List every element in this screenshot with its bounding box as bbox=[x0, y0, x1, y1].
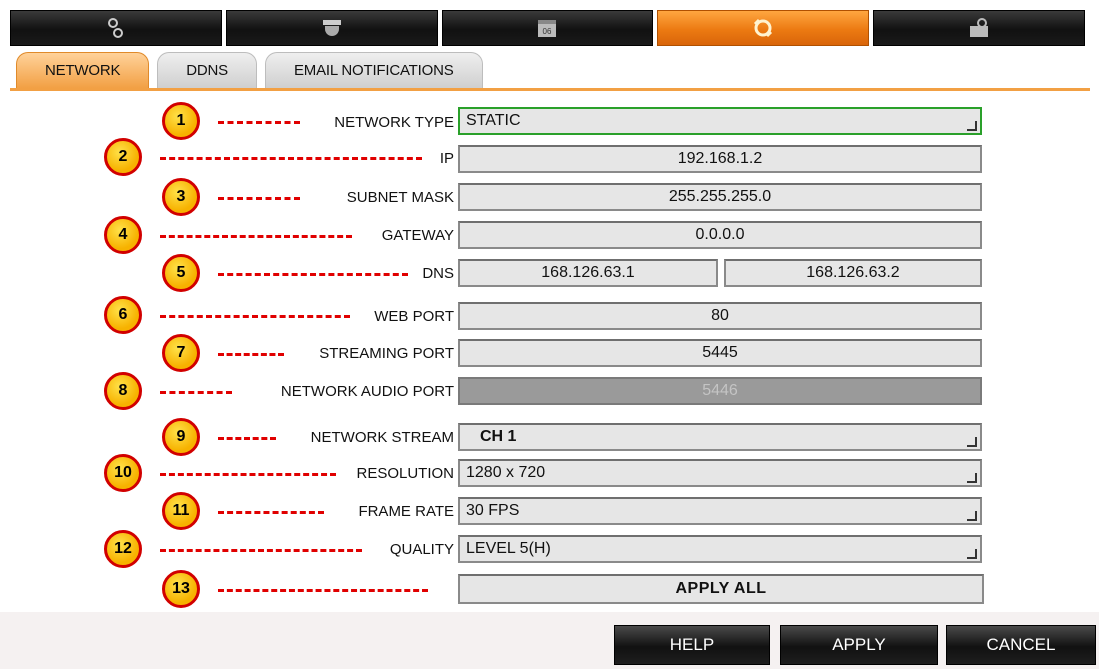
subnet-mask-label: SUBNET MASK bbox=[346, 189, 454, 206]
cancel-button[interactable]: CANCEL bbox=[946, 625, 1096, 665]
quality-label: QUALITY bbox=[389, 541, 454, 558]
callout-badge-3: 3 bbox=[162, 178, 200, 216]
callout-leader-11 bbox=[218, 511, 324, 514]
quality-select[interactable]: LEVEL 5(H) bbox=[458, 535, 982, 563]
network-type-label: NETWORK TYPE bbox=[334, 114, 454, 131]
network-stream-label: NETWORK STREAM bbox=[310, 429, 454, 446]
network-type-value: STATIC bbox=[466, 112, 521, 129]
callout-leader-2 bbox=[160, 157, 422, 160]
web-port-label: WEB PORT bbox=[374, 308, 454, 325]
tab-bar: NETWORK DDNS EMAIL NOTIFICATIONS bbox=[16, 52, 483, 88]
dns-primary-field[interactable]: 168.126.63.1 bbox=[458, 259, 718, 287]
callout-badge-7: 7 bbox=[162, 334, 200, 372]
top-menu-camera[interactable] bbox=[225, 10, 438, 46]
dns-label: DNS bbox=[422, 265, 454, 282]
help-button[interactable]: HELP bbox=[614, 625, 770, 665]
callout-badge-6: 6 bbox=[104, 296, 142, 334]
callout-leader-9 bbox=[218, 437, 276, 440]
network-audio-port-field: 5446 bbox=[458, 377, 982, 405]
callout-leader-1 bbox=[218, 121, 300, 124]
callout-leader-8 bbox=[160, 391, 232, 394]
resolution-select[interactable]: 1280 x 720 bbox=[458, 459, 982, 487]
dns-secondary-field[interactable]: 168.126.63.2 bbox=[724, 259, 982, 287]
calendar-icon: 06 bbox=[538, 20, 557, 37]
callout-badge-11: 11 bbox=[162, 492, 200, 530]
top-menu-system-tools[interactable] bbox=[873, 10, 1085, 46]
callout-leader-13 bbox=[218, 589, 428, 592]
callout-leader-12 bbox=[160, 549, 362, 552]
subnet-mask-field[interactable]: 255.255.255.0 bbox=[458, 183, 982, 211]
gateway-field[interactable]: 0.0.0.0 bbox=[458, 221, 982, 249]
gateway-label: GATEWAY bbox=[381, 227, 454, 244]
streaming-port-field[interactable]: 5445 bbox=[458, 339, 982, 367]
dropdown-arrow-icon bbox=[967, 437, 977, 447]
tab-network[interactable]: NETWORK bbox=[16, 52, 150, 88]
network-settings-icon bbox=[754, 18, 773, 38]
callout-badge-10: 10 bbox=[104, 454, 142, 492]
top-menu-network-settings[interactable] bbox=[657, 10, 870, 46]
resolution-value: 1280 x 720 bbox=[466, 464, 546, 481]
ip-field[interactable]: 192.168.1.2 bbox=[458, 145, 982, 173]
dropdown-arrow-icon bbox=[967, 473, 977, 483]
callout-leader-5 bbox=[218, 273, 408, 276]
tab-ddns[interactable]: DDNS bbox=[157, 52, 257, 88]
tab-email-notifications[interactable]: EMAIL NOTIFICATIONS bbox=[264, 52, 483, 88]
network-stream-select[interactable]: CH 1 bbox=[458, 423, 982, 451]
callout-leader-10 bbox=[160, 473, 336, 476]
callout-badge-12: 12 bbox=[104, 530, 142, 568]
dropdown-arrow-icon bbox=[967, 511, 977, 521]
apply-all-button[interactable]: APPLY ALL bbox=[458, 574, 984, 604]
callout-badge-1: 1 bbox=[162, 102, 200, 140]
callout-badge-8: 8 bbox=[104, 372, 142, 410]
callout-badge-13: 13 bbox=[162, 570, 200, 608]
network-audio-port-label: NETWORK AUDIO PORT bbox=[280, 383, 454, 400]
frame-rate-value: 30 FPS bbox=[466, 502, 520, 519]
callout-leader-4 bbox=[160, 235, 352, 238]
network-nodes-icon bbox=[107, 18, 123, 38]
svg-text:06: 06 bbox=[543, 27, 552, 36]
apply-button[interactable]: APPLY bbox=[780, 625, 938, 665]
callout-leader-7 bbox=[218, 353, 284, 356]
web-port-field[interactable]: 80 bbox=[458, 302, 982, 330]
callout-leader-3 bbox=[218, 197, 300, 200]
network-type-select[interactable]: STATIC bbox=[458, 107, 982, 135]
system-tools-icon bbox=[970, 18, 989, 37]
top-menu-calendar[interactable]: 06 bbox=[441, 10, 654, 46]
camera-dome-icon bbox=[322, 20, 341, 36]
quality-value: LEVEL 5(H) bbox=[466, 540, 551, 557]
resolution-label: RESOLUTION bbox=[356, 465, 454, 482]
top-menu-bar: 06 bbox=[10, 10, 1085, 46]
callout-badge-9: 9 bbox=[162, 418, 200, 456]
top-menu-network-nodes[interactable] bbox=[10, 10, 222, 46]
network-stream-value: CH 1 bbox=[480, 428, 517, 445]
ip-label: IP bbox=[439, 150, 454, 167]
streaming-port-label: STREAMING PORT bbox=[319, 345, 454, 362]
frame-rate-label: FRAME RATE bbox=[358, 503, 454, 520]
callout-badge-5: 5 bbox=[162, 254, 200, 292]
dropdown-arrow-icon bbox=[967, 121, 977, 131]
callout-leader-6 bbox=[160, 315, 350, 318]
callout-badge-2: 2 bbox=[104, 138, 142, 176]
callout-badge-4: 4 bbox=[104, 216, 142, 254]
dropdown-arrow-icon bbox=[967, 549, 977, 559]
frame-rate-select[interactable]: 30 FPS bbox=[458, 497, 982, 525]
